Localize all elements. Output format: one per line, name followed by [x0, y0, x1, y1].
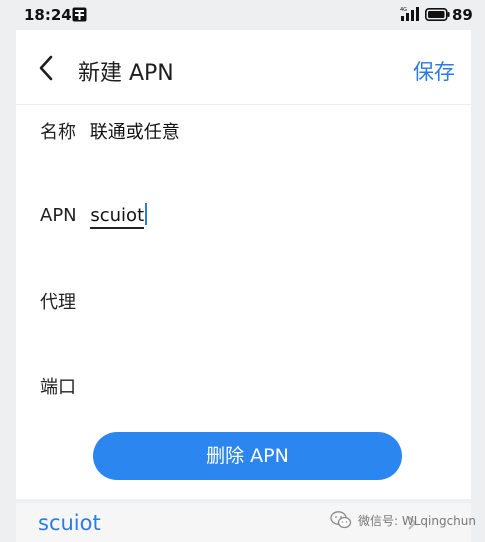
apn-input[interactable]: scuiot	[90, 205, 145, 229]
battery-icon	[425, 8, 450, 21]
list-item-apn: scuiot	[38, 511, 101, 535]
delete-apn-button[interactable]: 删除 APN	[93, 432, 402, 480]
chevron-left-icon[interactable]	[36, 54, 58, 82]
battery-level: 89	[452, 6, 473, 24]
apn-label: APN	[40, 205, 77, 226]
text-cursor	[145, 203, 148, 225]
app-notification-icon	[72, 7, 87, 22]
save-button[interactable]: 保存	[413, 56, 455, 86]
header: 新建 APN 保存	[16, 30, 471, 105]
name-label: 名称	[40, 122, 76, 143]
status-time: 18:24	[24, 6, 72, 24]
name-value: 联通或任意	[89, 122, 180, 143]
watermark-text: 微信号: WLqingchun	[358, 514, 476, 528]
apn-edit-card: 新建 APN 保存 名称 联通或任意 APN scuiot 代理 端口 删除 A…	[16, 30, 471, 499]
cellular-4g-signal-icon: 4G	[400, 7, 419, 21]
apn-field[interactable]: APN scuiot	[40, 203, 148, 229]
port-field[interactable]: 端口	[40, 373, 90, 399]
name-field[interactable]: 名称 联通或任意	[40, 118, 180, 144]
page-title: 新建 APN	[78, 61, 174, 86]
svg-text:4G: 4G	[400, 7, 407, 13]
wechat-icon	[330, 511, 352, 529]
screen: 18:24 4G 89 新建 APN 保存 名称 联通或任意 APN scuio…	[0, 0, 485, 542]
port-label: 端口	[40, 377, 76, 398]
status-bar: 18:24 4G 89	[0, 0, 485, 30]
proxy-field[interactable]: 代理	[40, 288, 90, 314]
proxy-label: 代理	[40, 292, 76, 313]
